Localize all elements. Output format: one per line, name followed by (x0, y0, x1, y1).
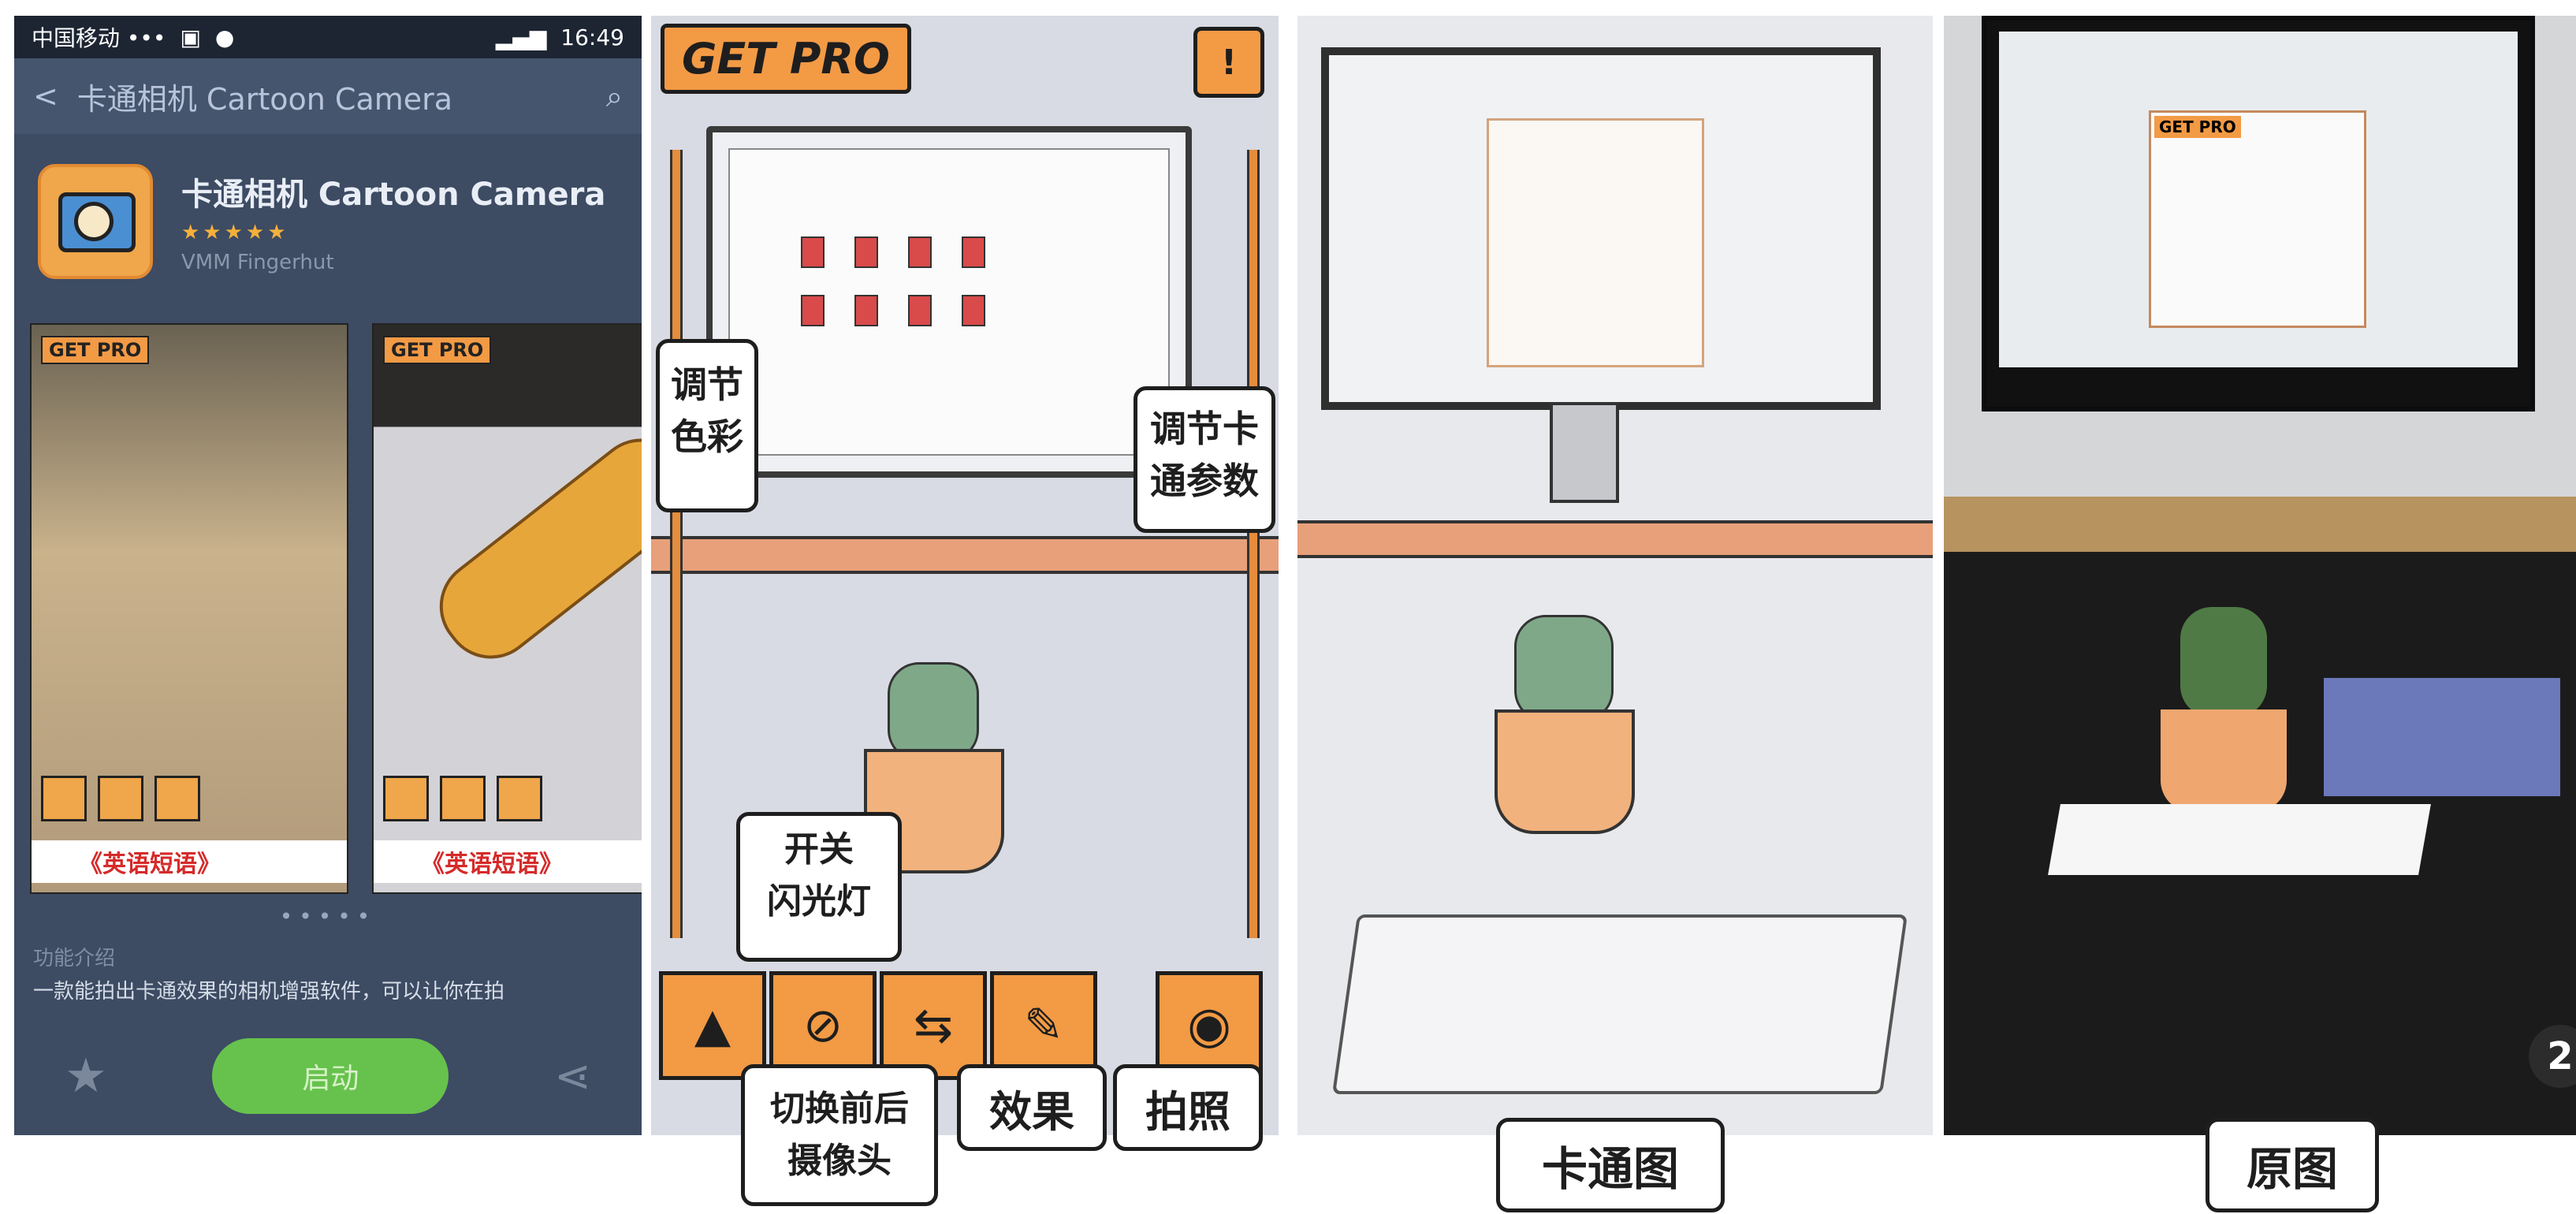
effect-caption: 效果 (957, 1064, 1107, 1151)
plant-sketch (1514, 615, 1614, 722)
star-icon[interactable]: ★ (65, 1048, 107, 1104)
status-bar: 中国移动 ••• ▣ ● ▂▄▆ 16:49 (14, 16, 642, 58)
monitor-sketch (1321, 47, 1881, 410)
tissue-box-photo (2324, 678, 2560, 796)
adjust-cartoon-callout: 调节卡 通参数 (1134, 386, 1275, 533)
cartoon-image-caption: 卡通图 (1496, 1118, 1725, 1212)
pot-photo (2161, 709, 2287, 812)
carrier-label: 中国移动 ••• (32, 25, 166, 51)
screenshot-carousel[interactable]: GET PRO 《英语短语》 GET PRO 《英语短语》 (14, 323, 642, 894)
app-info: 卡通相机 Cartoon Camera ★★★★★ VMM Fingerhut (14, 134, 642, 309)
rating-stars: ★★★★★ (181, 221, 289, 244)
table-photo (1944, 497, 2576, 552)
carousel-dots: ••••• (279, 903, 377, 929)
time-label: 16:49 (560, 24, 624, 50)
screenshot-toolbar (383, 776, 542, 821)
description: 功能介绍 一款能拍出卡通效果的相机增强软件，可以让你在拍 (14, 942, 642, 1008)
banana-image (420, 419, 642, 678)
signal-icon: ▂▄▆ (495, 24, 547, 50)
get-pro-badge: GET PRO (41, 336, 150, 364)
color-slider[interactable] (670, 150, 683, 938)
app-screenshot[interactable]: GET PRO 《英语短语》 (372, 323, 642, 894)
description-heading: 功能介绍 (33, 947, 116, 970)
cartoon-result-panel (1297, 16, 1933, 1135)
cartoon-camera-panel: GET PRO ! 调节 色彩 调节卡 通参数 开关 闪光灯 ▲ ⊘ ⇆ ✎ ◉ (651, 16, 1279, 1135)
bottom-bar: ★ 启动 ⋖ (14, 1017, 642, 1135)
get-pro-badge: GET PRO (2154, 116, 2241, 138)
plant-photo (2180, 607, 2267, 717)
adjust-color-callout: 调节 色彩 (656, 339, 758, 512)
monitor-photo: GET PRO (1982, 16, 2535, 411)
screenshot-toolbar (41, 776, 200, 821)
ad-banner[interactable]: 《英语短语》 (32, 840, 347, 883)
flash-callout: 开关 闪光灯 (736, 812, 902, 962)
nav-bar: < 卡通相机 Cartoon Camera ⌕ (14, 58, 642, 134)
pot-sketch (1495, 709, 1635, 834)
info-button[interactable]: ! (1193, 27, 1264, 98)
original-image-caption: 原图 (2206, 1118, 2379, 1212)
plant-drawing (888, 662, 979, 762)
app-screenshot[interactable]: GET PRO 《英语短语》 (30, 323, 348, 894)
cartoon-slider[interactable] (1247, 150, 1260, 938)
check-icon: ● (214, 24, 235, 50)
start-button[interactable]: 启动 (212, 1038, 449, 1114)
shoot-caption: 拍照 (1113, 1064, 1263, 1151)
monitor-stand-sketch (1550, 402, 1619, 503)
table-sketch (1297, 520, 1933, 558)
original-photo-panel: GET PRO (1944, 16, 2576, 1135)
developer-name: VMM Fingerhut (181, 251, 334, 274)
table-drawing (651, 536, 1279, 574)
search-icon[interactable]: ⌕ (606, 79, 623, 114)
keyboard-sketch (1331, 914, 1908, 1094)
app-store-panel: 中国移动 ••• ▣ ● ▂▄▆ 16:49 < 卡通相机 Cartoon Camer… (14, 16, 642, 1135)
back-icon[interactable]: < (33, 79, 58, 114)
get-pro-badge: GET PRO (383, 336, 492, 364)
switch-camera-caption: 切换前后 摄像头 (741, 1064, 938, 1206)
ad-banner[interactable]: 《英语短语》 (374, 840, 642, 883)
description-text: 一款能拍出卡通效果的相机增强软件，可以让你在拍 (33, 980, 505, 1004)
landscape-icon[interactable]: ▲ (659, 971, 766, 1080)
app-icon (38, 164, 153, 279)
get-pro-button[interactable]: GET PRO (661, 24, 911, 94)
nav-title: 卡通相机 Cartoon Camera (76, 81, 453, 117)
image-icon: ▣ (180, 24, 201, 50)
share-icon[interactable]: ⋖ (554, 1051, 591, 1102)
monitor-drawing (706, 126, 1192, 478)
paper-photo (2048, 804, 2431, 875)
app-name: 卡通相机 Cartoon Camera (181, 177, 606, 213)
